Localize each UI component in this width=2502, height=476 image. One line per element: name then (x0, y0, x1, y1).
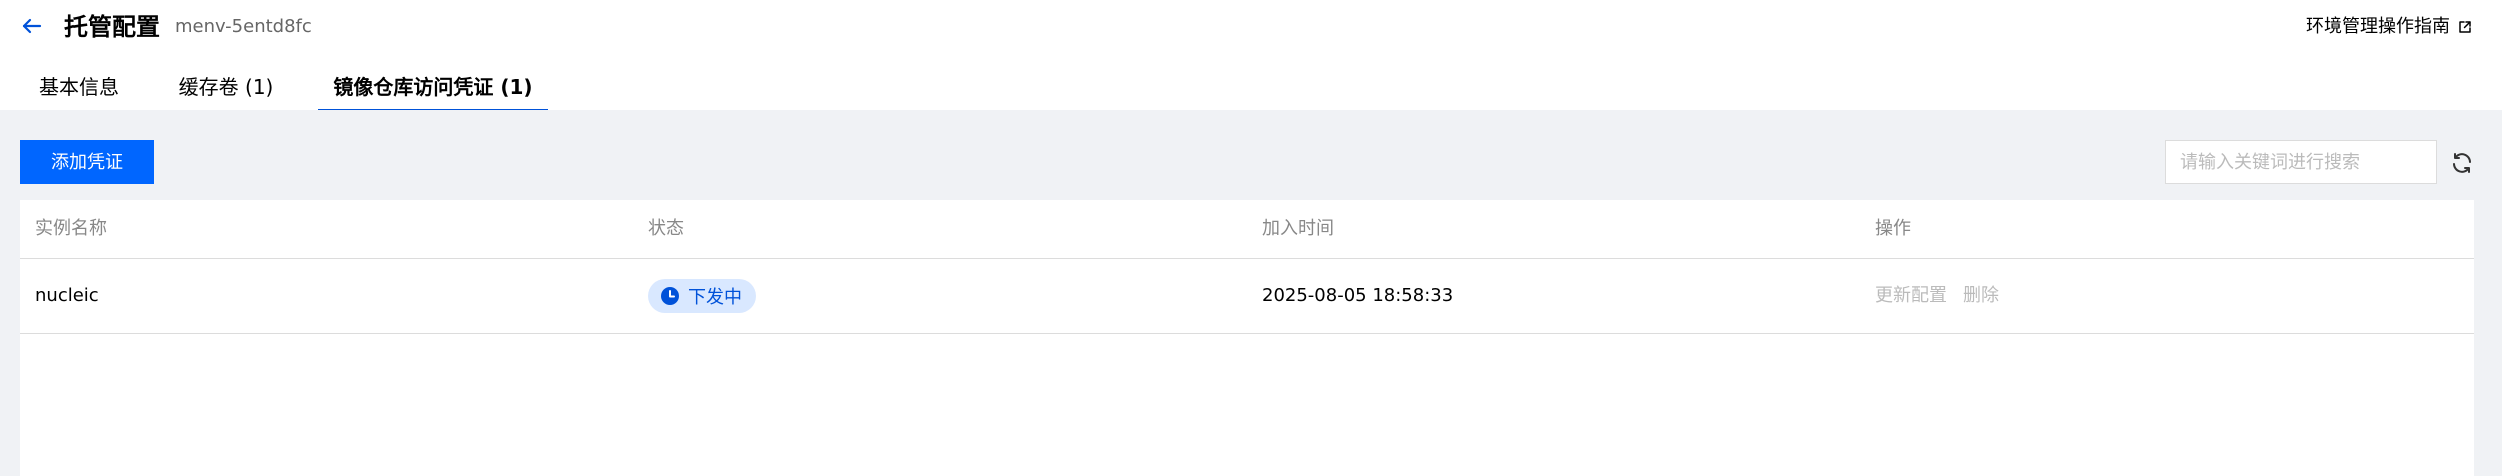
tab-basic-info[interactable]: 基本信息 (34, 66, 124, 110)
content-area: 添加凭证 实例名称 状态 加入时间 操作 nucleic (0, 110, 2502, 476)
column-header-actions: 操作 (1875, 218, 1911, 239)
arrow-left-icon[interactable] (18, 12, 46, 40)
instance-name-cell: nucleic (35, 285, 99, 306)
column-header-status: 状态 (648, 218, 684, 239)
column-header-instance-name: 实例名称 (35, 218, 107, 239)
joined-time-cell: 2025-08-05 18:58:33 (1262, 285, 1454, 306)
page-title: 托管配置 (64, 13, 160, 41)
status-badge: 下发中 (648, 279, 756, 313)
refresh-icon[interactable] (2450, 151, 2474, 175)
table-row: nucleic 下发中 2025-08-05 18:58:33 更新配置 删除 (20, 259, 2474, 334)
tab-cache-volumes[interactable]: 缓存卷 (1) (178, 66, 274, 110)
environment-id: menv-5entd8fc (175, 16, 312, 37)
delete-link[interactable]: 删除 (1963, 259, 1999, 333)
column-header-joined-time: 加入时间 (1262, 218, 1334, 239)
guide-link[interactable]: 环境管理操作指南 (2306, 14, 2472, 40)
table-header: 实例名称 状态 加入时间 操作 (20, 200, 2474, 259)
tab-bar: 基本信息 缓存卷 (1) 镜像仓库访问凭证 (1) (0, 66, 2502, 112)
page-header: 托管配置 menv-5entd8fc 环境管理操作指南 (0, 0, 2502, 60)
credentials-table: 实例名称 状态 加入时间 操作 nucleic 下发中 2025-08-05 1… (20, 200, 2474, 476)
status-label: 下发中 (688, 287, 742, 308)
update-config-link[interactable]: 更新配置 (1875, 259, 1947, 333)
tab-registry-credentials[interactable]: 镜像仓库访问凭证 (1) (318, 66, 548, 112)
search-input[interactable] (2165, 140, 2437, 184)
clock-icon (660, 286, 680, 306)
external-link-icon (2458, 20, 2472, 34)
guide-link-label: 环境管理操作指南 (2306, 16, 2450, 37)
add-credential-button[interactable]: 添加凭证 (20, 140, 154, 184)
